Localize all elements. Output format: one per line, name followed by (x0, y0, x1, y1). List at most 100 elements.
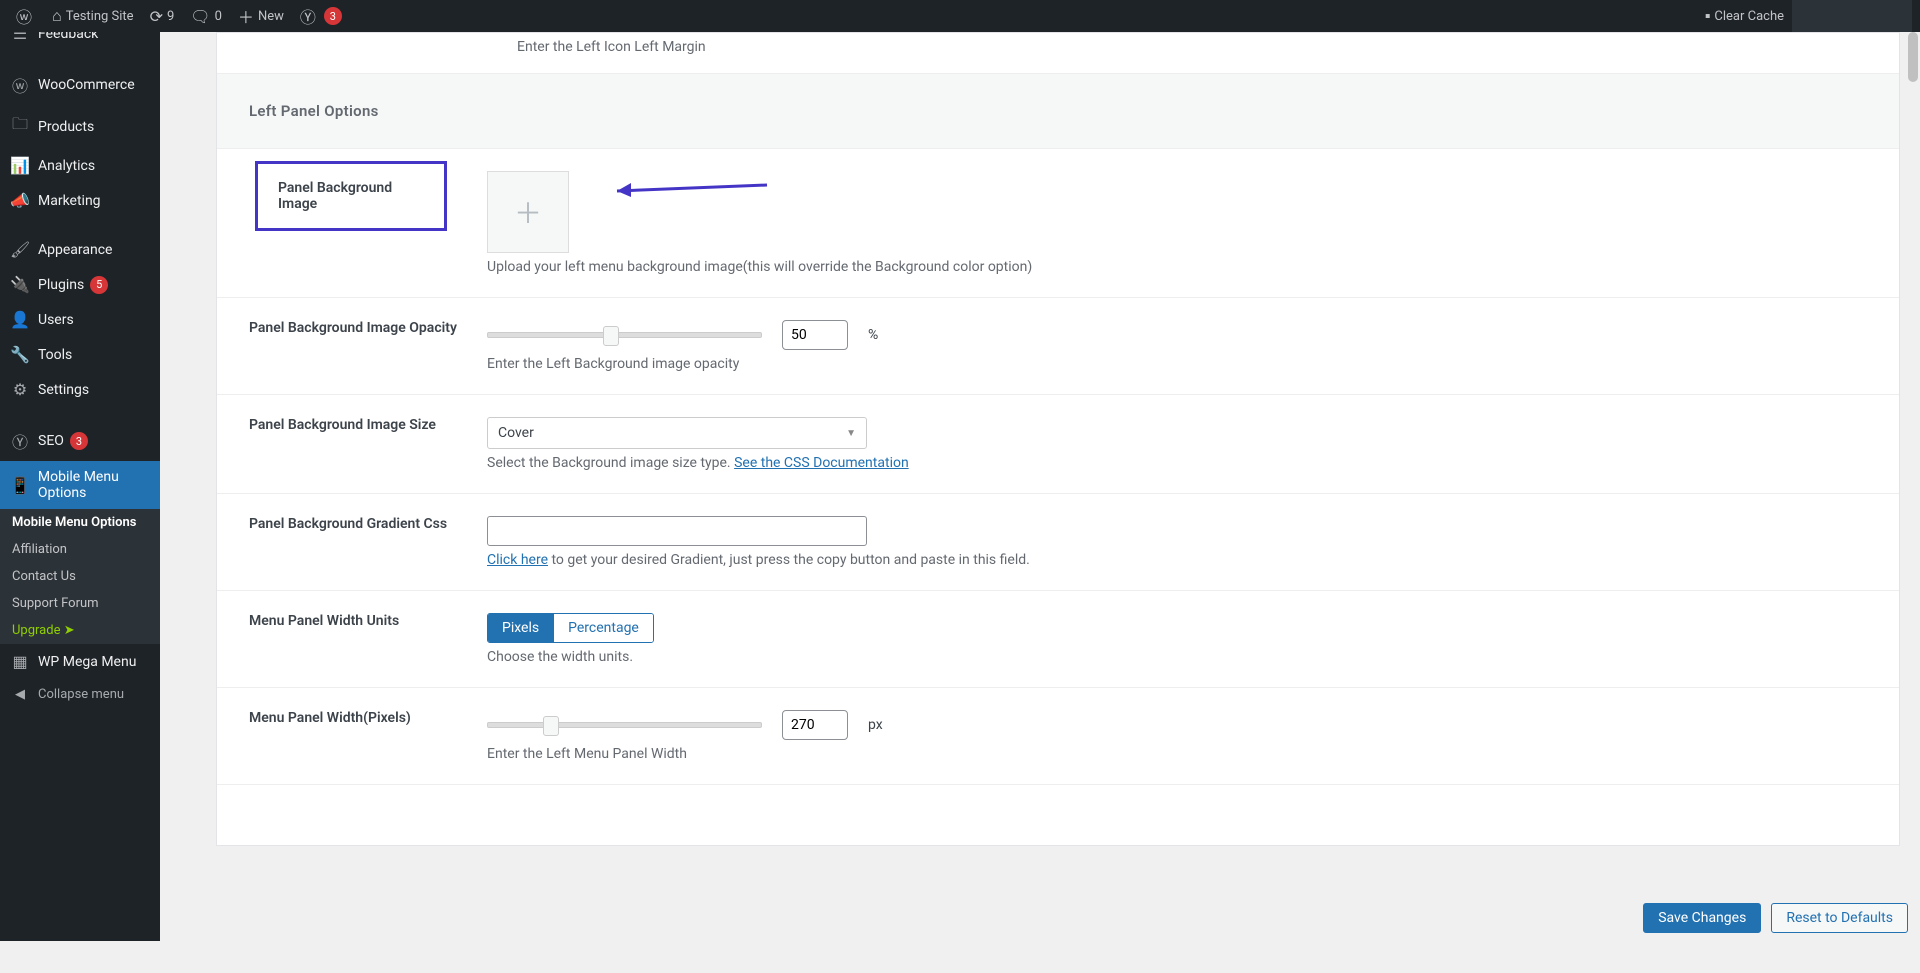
upload-bg-image-button[interactable]: ＋ (487, 171, 569, 253)
submenu-mobile-menu-options[interactable]: Mobile Menu Options (0, 509, 160, 536)
mega-menu-icon: ▦ (10, 652, 30, 671)
home-icon: ⌂ (52, 6, 62, 26)
label-bg-image: Panel Background Image (255, 161, 447, 231)
products-icon: 🗀 (10, 113, 30, 140)
label-bg-size: Panel Background Image Size (217, 417, 487, 471)
yoast-badge: 3 (324, 7, 342, 25)
footer-actions: Save Changes Reset to Defaults (1643, 903, 1908, 933)
refresh-icon: ⟳ (150, 7, 163, 26)
feedback-icon: ☰ (10, 32, 30, 43)
label-bg-opacity: Panel Background Image Opacity (217, 320, 487, 372)
clear-cache-label: Clear Cache (1714, 9, 1784, 24)
label-width-units: Menu Panel Width Units (217, 613, 487, 665)
site-name-link[interactable]: ⌂ Testing Site (44, 0, 142, 32)
collapse-menu-button[interactable]: ◀Collapse menu (0, 679, 160, 710)
row-bg-gradient: Panel Background Gradient Css Click here… (217, 494, 1899, 591)
section-header-left-panel: Left Panel Options (217, 74, 1899, 149)
previous-row-desc: Enter the Left Icon Left Margin (517, 39, 1899, 55)
sidebar-item-wp-mega-menu[interactable]: ▦WP Mega Menu (0, 644, 160, 679)
sidebar-item-plugins[interactable]: 🔌Plugins5 (0, 267, 160, 302)
analytics-icon: 📊 (10, 156, 30, 175)
new-content-link[interactable]: ＋ New (230, 0, 292, 32)
sidebar-item-users[interactable]: 👤Users (0, 302, 160, 337)
width-slider[interactable] (487, 722, 762, 728)
seo-icon: Ⓨ (10, 429, 30, 453)
width-input[interactable] (782, 710, 848, 740)
plus-icon: ＋ (238, 4, 254, 28)
chevron-down-icon: ▼ (846, 428, 856, 439)
sidebar-item-feedback[interactable]: ☰Feedback (0, 32, 160, 51)
new-label: New (258, 9, 284, 24)
submenu-affiliation[interactable]: Affiliation (0, 536, 160, 563)
sidebar-item-appearance[interactable]: 🖌Appearance (0, 232, 160, 267)
appearance-icon: 🖌 (10, 240, 30, 259)
marketing-icon: 📣 (10, 191, 30, 210)
settings-icon: ⚙ (10, 380, 30, 399)
comment-icon: 🗨 (190, 7, 210, 26)
updates-link[interactable]: ⟳9 (142, 0, 183, 32)
scrollbar-thumb[interactable] (1908, 32, 1918, 82)
opacity-slider[interactable] (487, 332, 762, 338)
account-area[interactable] (1792, 0, 1912, 32)
gradient-help-link[interactable]: Click here (487, 552, 548, 568)
bg-size-select[interactable]: Cover ▼ (487, 417, 867, 449)
sidebar-item-marketing[interactable]: 📣Marketing (0, 183, 160, 218)
comments-link[interactable]: 🗨0 (182, 0, 230, 32)
site-name: Testing Site (66, 9, 134, 24)
row-width-units: Menu Panel Width Units Pixels Percentage… (217, 591, 1899, 688)
sidebar-item-tools[interactable]: 🔧Tools (0, 337, 160, 372)
width-unit: px (868, 717, 883, 733)
width-units-buttongroup: Pixels Percentage (487, 613, 654, 643)
units-pixels-button[interactable]: Pixels (488, 614, 553, 642)
admin-sidebar: ☰Feedback ⓦWooCommerce 🗀Products 📊Analyt… (0, 32, 160, 941)
reset-defaults-button[interactable]: Reset to Defaults (1771, 903, 1908, 933)
label-bg-gradient: Panel Background Gradient Css (217, 516, 487, 568)
settings-panel: Enter the Left Icon Left Margin Left Pan… (216, 32, 1900, 846)
cache-icon: ▪ (1705, 6, 1711, 26)
desc-bg-size: Select the Background image size type. S… (487, 455, 1867, 471)
desc-width-units: Choose the width units. (487, 649, 1867, 665)
sidebar-item-settings[interactable]: ⚙Settings (0, 372, 160, 407)
units-percentage-button[interactable]: Percentage (553, 614, 653, 642)
woocommerce-icon: ⓦ (10, 73, 30, 97)
upload-plus-icon: ＋ (514, 192, 542, 232)
tools-icon: 🔧 (10, 345, 30, 364)
width-slider-thumb[interactable] (543, 716, 559, 736)
sidebar-item-seo[interactable]: ⓎSEO3 (0, 421, 160, 461)
desc-bg-gradient: Click here to get your desired Gradient,… (487, 552, 1867, 568)
sidebar-item-analytics[interactable]: 📊Analytics (0, 148, 160, 183)
opacity-input[interactable] (782, 320, 848, 350)
submenu-contact[interactable]: Contact Us (0, 563, 160, 590)
yoast-link[interactable]: Ⓨ3 (292, 0, 350, 32)
sidebar-item-woocommerce[interactable]: ⓦWooCommerce (0, 65, 160, 105)
opacity-slider-thumb[interactable] (603, 326, 619, 346)
row-width-px: Menu Panel Width(Pixels) px Enter the Le… (217, 688, 1899, 785)
mobile-menu-submenu: Mobile Menu Options Affiliation Contact … (0, 509, 160, 644)
row-bg-image: Panel Background Image ＋ Upload your lef… (217, 149, 1899, 298)
mobile-icon: 📱 (10, 476, 30, 495)
sidebar-item-products[interactable]: 🗀Products (0, 105, 160, 148)
label-width-px: Menu Panel Width(Pixels) (217, 710, 487, 762)
submenu-support[interactable]: Support Forum (0, 590, 160, 617)
sidebar-item-mobile-menu[interactable]: 📱Mobile Menu Options (0, 461, 160, 509)
wordpress-icon: ⓦ (16, 4, 32, 28)
updates-count: 9 (167, 9, 174, 24)
plugins-icon: 🔌 (10, 275, 30, 294)
save-changes-button[interactable]: Save Changes (1643, 903, 1761, 933)
collapse-icon: ◀ (10, 687, 30, 702)
seo-badge: 3 (70, 432, 88, 450)
css-doc-link[interactable]: See the CSS Documentation (734, 455, 909, 471)
label-wrap-bg-image: Panel Background Image (217, 171, 487, 275)
row-bg-opacity: Panel Background Image Opacity % Enter t… (217, 298, 1899, 395)
comments-count: 0 (215, 9, 222, 24)
submenu-upgrade[interactable]: Upgrade ➤ (0, 617, 160, 644)
row-bg-size: Panel Background Image Size Cover ▼ Sele… (217, 395, 1899, 494)
desc-width-px: Enter the Left Menu Panel Width (487, 746, 1867, 762)
wp-logo[interactable]: ⓦ (8, 0, 44, 32)
opacity-unit: % (868, 327, 878, 343)
gradient-input[interactable] (487, 516, 867, 546)
page-scrollbar[interactable] (1906, 32, 1920, 941)
desc-bg-opacity: Enter the Left Background image opacity (487, 356, 1867, 372)
desc-bg-image: Upload your left menu background image(t… (487, 259, 1867, 275)
clear-cache-link[interactable]: ▪Clear Cache (1697, 0, 1792, 32)
